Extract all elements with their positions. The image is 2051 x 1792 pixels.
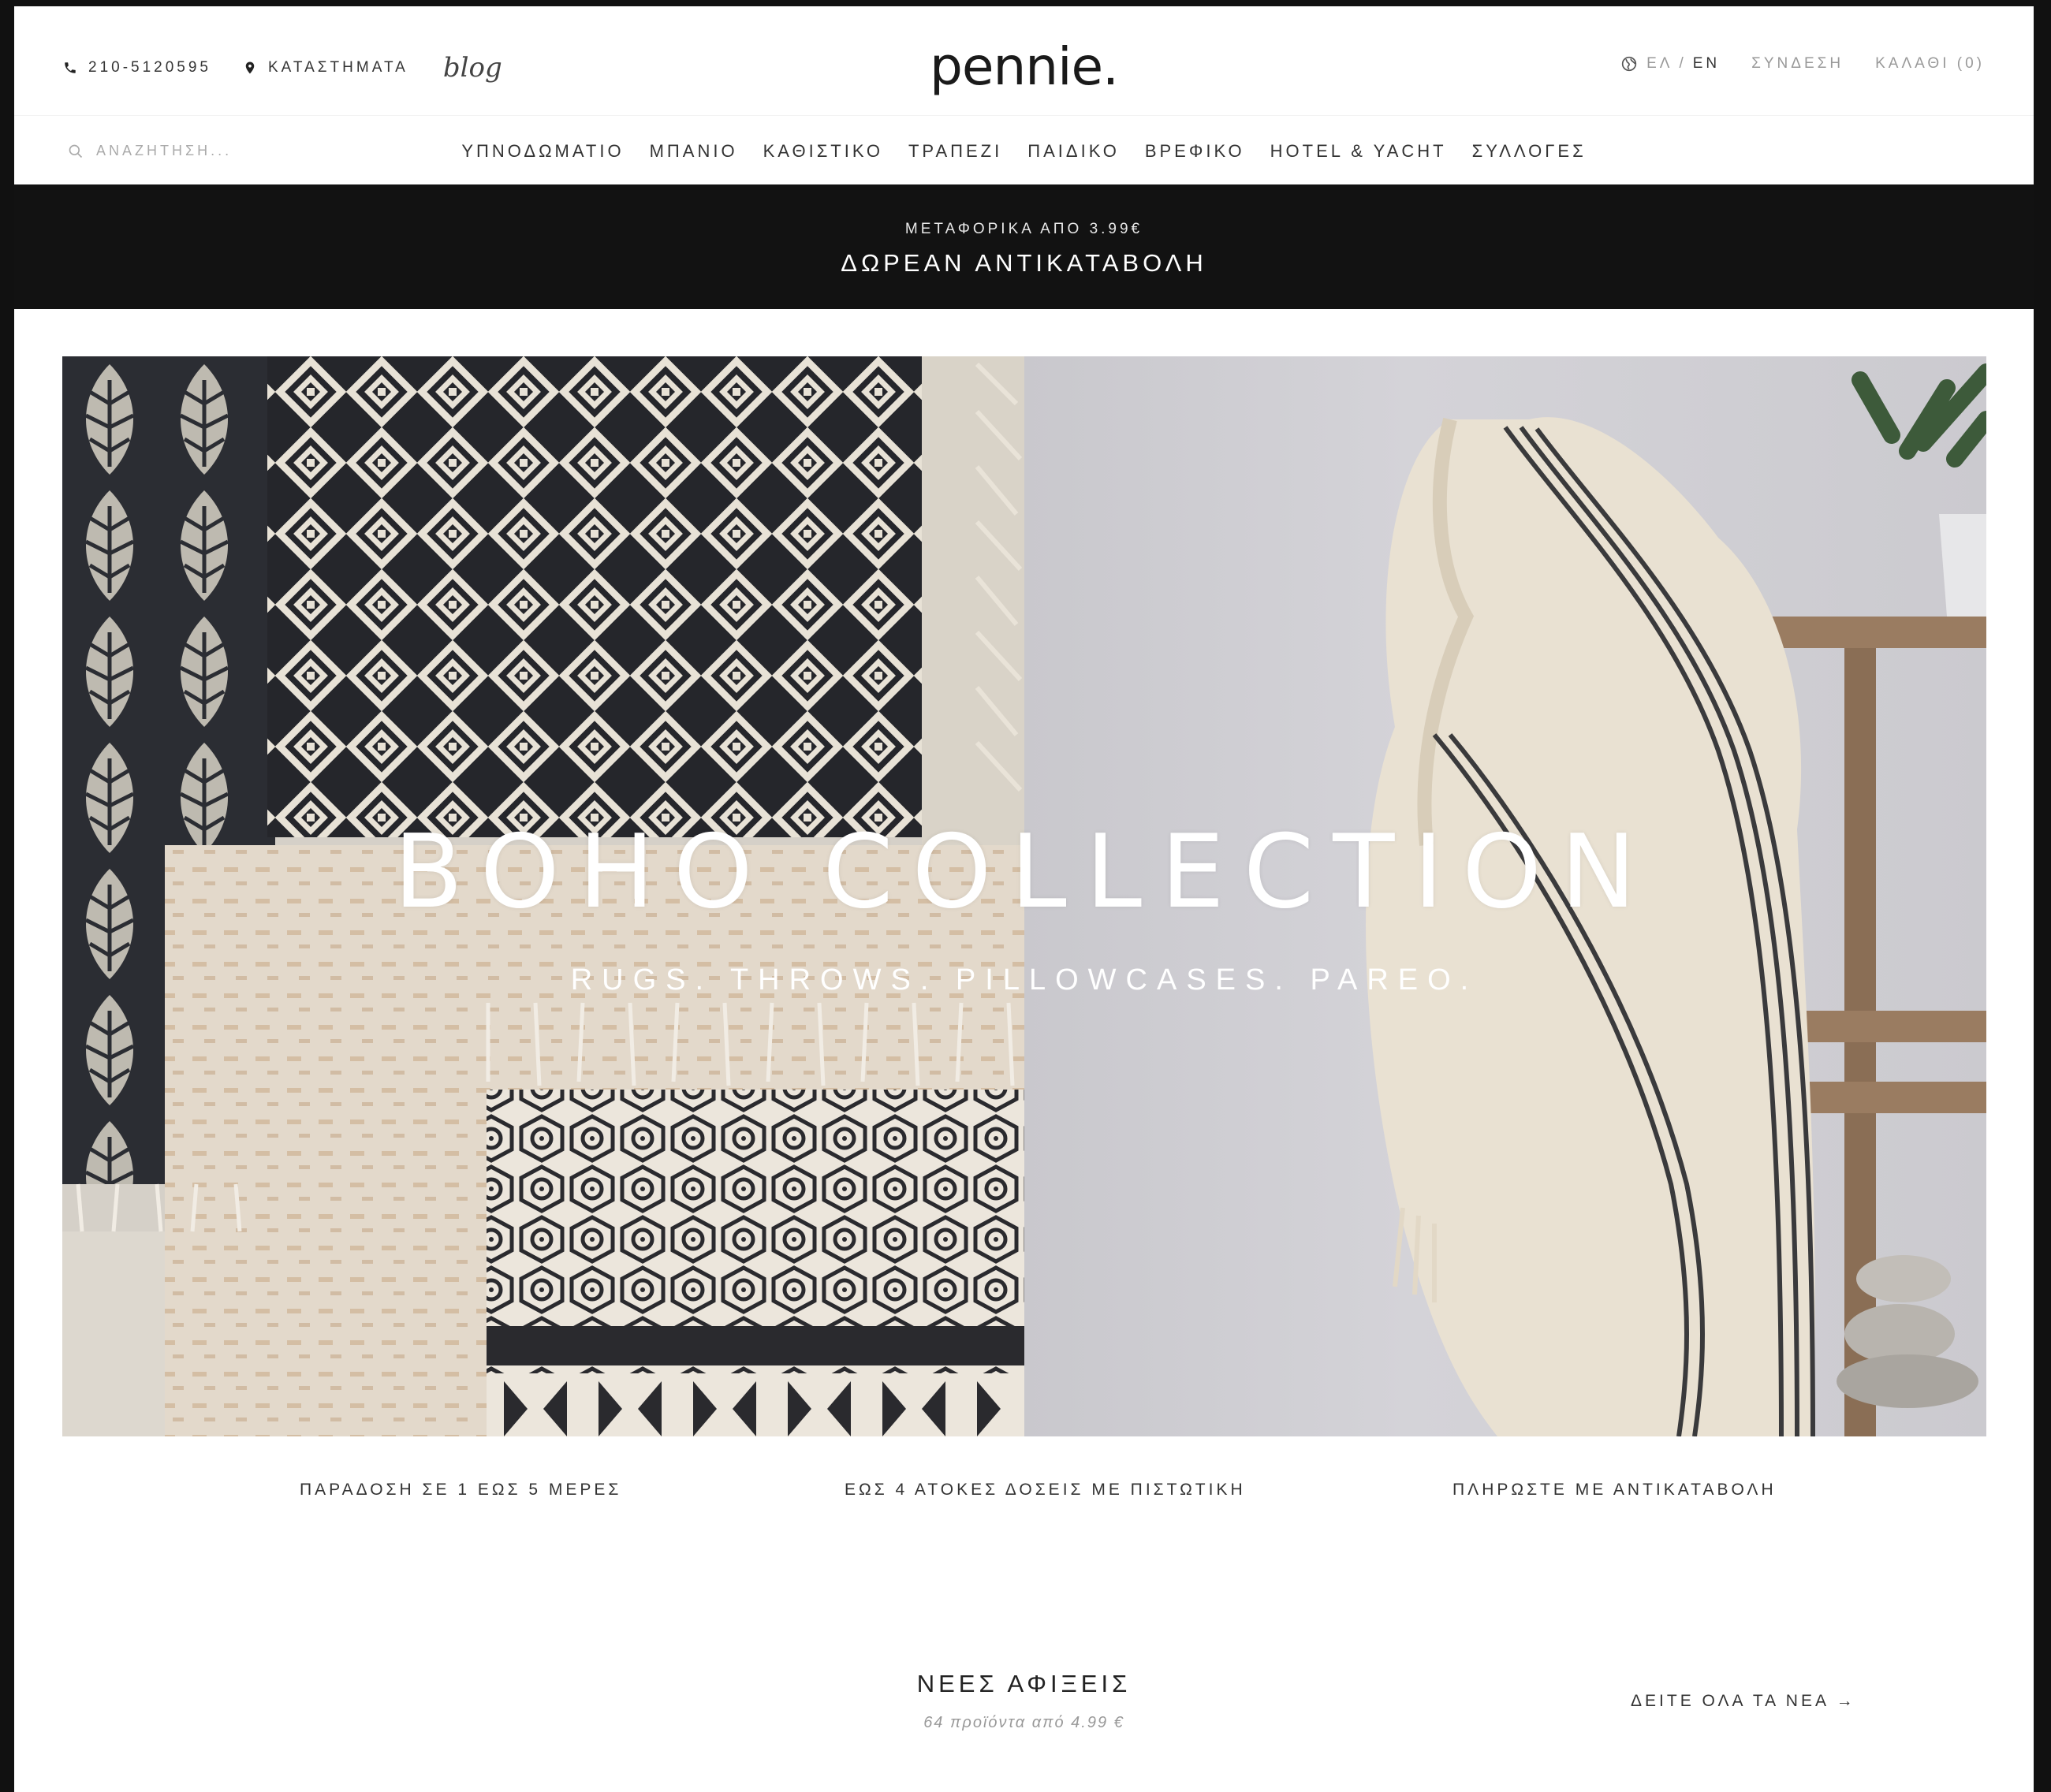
main-nav: ΥΠΝΟΔΩΜΑΤΙΟ ΜΠΑΝΙΟ ΚΑΘΙΣΤΙΚΟ ΤΡΑΠΕΖΙ ΠΑΙ…: [14, 141, 2034, 162]
account-links: ΕΛ / EN ΣΥΝΔΕΣΗ ΚΑΛΑΘΙ (0): [1621, 55, 1985, 73]
nav-item-bathroom[interactable]: ΜΠΑΝΙΟ: [650, 141, 738, 162]
hero-subtitle: RUGS. THROWS. PILLOWCASES. PAREO.: [570, 963, 1479, 997]
features-strip: ΠΑΡΑΔΟΣΗ ΣΕ 1 ΕΩΣ 5 ΜΕΡΕΣ ΕΩΣ 4 ΑΤΟΚΕΣ Δ…: [14, 1481, 2034, 1512]
section-subtitle: 64 προϊόντα από 4.99 €: [923, 1714, 1124, 1731]
nav-item-hotel-yacht[interactable]: HOTEL & YACHT: [1270, 141, 1447, 162]
cart-link[interactable]: ΚΑΛΑΘΙ (0): [1875, 55, 1985, 73]
page: 210-5120595 ΚΑΤΑΣΤΗΜΑΤΑ blog pennie. ΕΛ …: [14, 6, 2034, 1792]
top-bar: 210-5120595 ΚΑΤΑΣΤΗΜΑΤΑ blog pennie. ΕΛ …: [14, 6, 2034, 115]
nav-item-collections[interactable]: ΣΥΛΛΟΓΕΣ: [1472, 141, 1587, 162]
nav-item-baby[interactable]: ΒΡΕΦΙΚΟ: [1145, 141, 1245, 162]
new-arrivals-section: ΝΕΕΣ ΑΦΙΞΕΙΣ 64 προϊόντα από 4.99 € ΔΕΙΤ…: [14, 1670, 2034, 1764]
lang-separator: /: [1679, 55, 1687, 72]
lang-el[interactable]: ΕΛ: [1646, 55, 1672, 73]
nav-item-living-room[interactable]: ΚΑΘΙΣΤΙΚΟ: [763, 141, 883, 162]
free-cod-text: ΔΩΡΕΑΝ ΑΝΤΙΚΑΤΑΒΟΛΗ: [841, 249, 1207, 277]
nav-item-bedroom[interactable]: ΥΠΝΟΔΩΜΑΤΙΟ: [461, 141, 624, 162]
shipping-cost-text: ΜΕΤΑΦΟΡΙΚΑ ΑΠΟ 3.99€: [904, 221, 1143, 237]
feature-cod: ΠΛΗΡΩΣΤΕ ΜΕ ΑΝΤΙΚΑΤΑΒΟΛΗ: [1452, 1481, 1777, 1499]
see-all-new-link[interactable]: ΔΕΙΤΕ ΟΛΑ ΤΑ ΝΕΑ →: [1631, 1692, 1856, 1711]
nav-item-kids[interactable]: ΠΑΙΔΙΚΟ: [1027, 141, 1120, 162]
hero-banner[interactable]: BOHO COLLECTION RUGS. THROWS. PILLOWCASE…: [62, 356, 1986, 1436]
nav-row: ΑΝΑΖΗΤΗΣΗ... ΥΠΝΟΔΩΜΑΤΙΟ ΜΠΑΝΙΟ ΚΑΘΙΣΤΙΚ…: [14, 115, 2034, 185]
feature-delivery: ΠΑΡΑΔΟΣΗ ΣΕ 1 ΕΩΣ 5 ΜΕΡΕΣ: [300, 1481, 622, 1499]
feature-installments: ΕΩΣ 4 ΑΤΟΚΕΣ ΔΟΣΕΙΣ ΜΕ ΠΙΣΤΩΤΙΚΗ: [845, 1481, 1246, 1499]
announcement-bar: ΜΕΤΑΦΟΡΙΚΑ ΑΠΟ 3.99€ ΔΩΡΕΑΝ ΑΝΤΙΚΑΤΑΒΟΛΗ: [14, 184, 2034, 309]
login-link[interactable]: ΣΥΝΔΕΣΗ: [1751, 55, 1844, 73]
nav-item-table[interactable]: ΤΡΑΠΕΖΙ: [908, 141, 1002, 162]
language-switcher[interactable]: ΕΛ / EN: [1621, 55, 1720, 73]
lang-en[interactable]: EN: [1693, 55, 1720, 73]
hero-title: BOHO COLLECTION: [393, 814, 1655, 931]
globe-icon: [1621, 56, 1637, 72]
